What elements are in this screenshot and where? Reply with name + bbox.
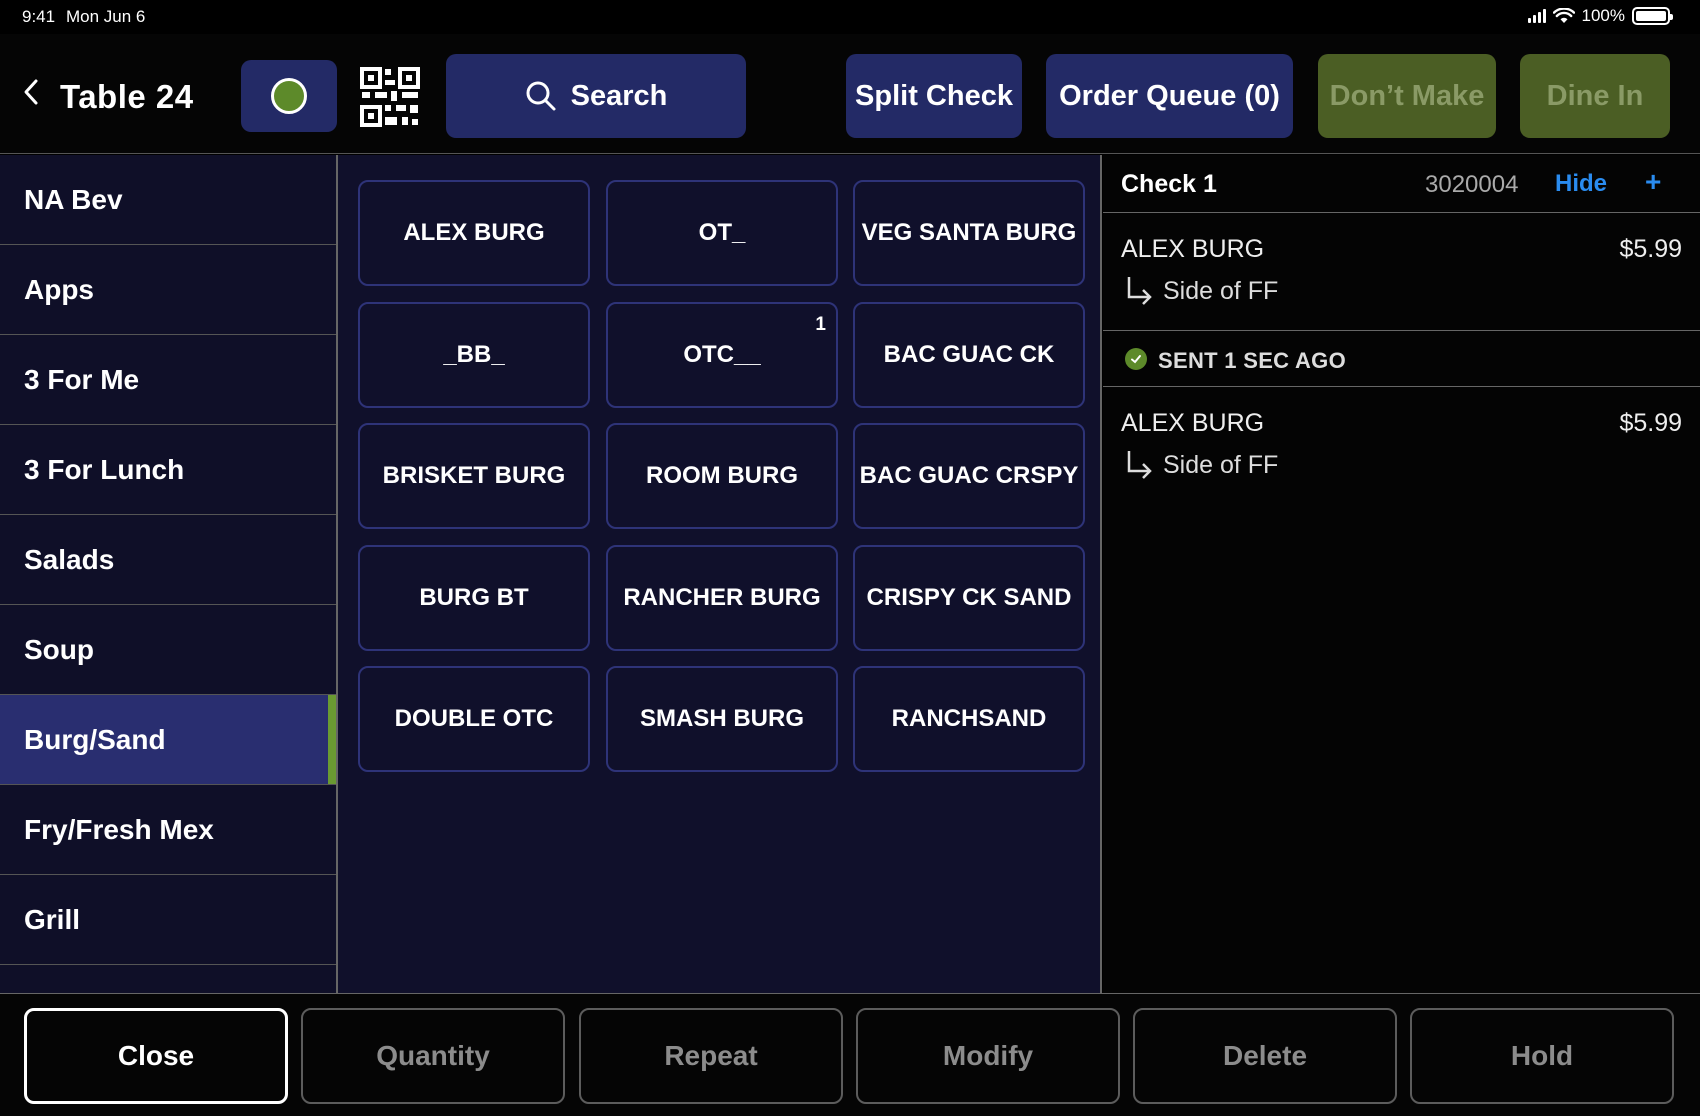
- status-toggle-button[interactable]: [241, 60, 337, 132]
- quantity-button[interactable]: Quantity: [301, 1008, 565, 1104]
- unsent-items: ALEX BURG $5.99 Side of FF: [1103, 213, 1700, 331]
- menu-item-label: BAC GUAC CRSPY: [859, 462, 1079, 489]
- menu-item-label: BRISKET BURG: [382, 462, 566, 489]
- menu-item-label: OTC__: [683, 341, 761, 368]
- menu-item-button[interactable]: RANCHER BURG: [606, 545, 838, 651]
- search-button[interactable]: Search: [446, 54, 746, 138]
- order-modifier-name: Side of FF: [1163, 277, 1279, 305]
- modifier-arrow-icon: [1127, 451, 1152, 479]
- search-icon: [526, 81, 556, 111]
- cellular-signal-icon: [1527, 9, 1546, 23]
- menu-item-label: OT_: [698, 219, 746, 246]
- category-item-burg-sand[interactable]: Burg/Sand: [0, 695, 336, 785]
- category-item-3-for-me[interactable]: 3 For Me: [0, 335, 336, 425]
- status-indicators: 100%: [1527, 6, 1673, 26]
- category-item-fry-fresh-mex[interactable]: Fry/Fresh Mex: [0, 785, 336, 875]
- chevron-left-icon: [24, 79, 38, 105]
- dine-in-button[interactable]: Dine In: [1520, 54, 1670, 138]
- modifier-arrow-icon: [1127, 277, 1152, 305]
- menu-item-button[interactable]: ALEX BURG: [358, 180, 590, 286]
- order-item-name: ALEX BURG: [1121, 409, 1265, 437]
- menu-item-label: SMASH BURG: [639, 705, 804, 732]
- menu-item-label: BURG BT: [419, 584, 529, 611]
- status-time: 9:41: [22, 7, 56, 26]
- menu-item-button[interactable]: OTC__ 1: [606, 302, 838, 408]
- order-item-price: $5.99: [1619, 235, 1682, 263]
- order-item-name: ALEX BURG: [1121, 235, 1265, 263]
- menu-item-label: RANCHSAND: [891, 705, 1047, 732]
- dont-make-button[interactable]: Don’t Make: [1318, 54, 1496, 138]
- menu-item-grid: ALEX BURG OT_ VEG SANTA BURG _BB_ OTC__ …: [338, 155, 1102, 993]
- hold-button[interactable]: Hold: [1410, 1008, 1674, 1104]
- order-modifier[interactable]: Side of FF: [1103, 443, 1700, 489]
- qr-code-button[interactable]: [360, 67, 420, 127]
- menu-item-label: _BB_: [443, 341, 505, 368]
- menu-item-label: BAC GUAC CK: [883, 341, 1055, 368]
- hide-check-link[interactable]: Hide: [1555, 170, 1607, 198]
- sent-status-row: SENT 1 SEC AGO: [1103, 331, 1700, 387]
- check-number: 3020004: [1425, 171, 1519, 198]
- category-sidebar: NA Bev Apps 3 For Me 3 For Lunch Salads …: [0, 155, 338, 993]
- wifi-icon: [1552, 8, 1575, 23]
- menu-item-button[interactable]: _BB_: [358, 302, 590, 408]
- menu-item-button[interactable]: CRISPY CK SAND: [853, 545, 1085, 651]
- delete-button[interactable]: Delete: [1133, 1008, 1397, 1104]
- menu-item-button[interactable]: SMASH BURG: [606, 666, 838, 772]
- add-check-button[interactable]: +: [1645, 166, 1661, 198]
- sent-items: ALEX BURG $5.99 Side of FF: [1103, 387, 1700, 489]
- order-item[interactable]: ALEX BURG $5.99: [1103, 399, 1700, 443]
- check-header: Check 1 3020004 Hide +: [1103, 155, 1700, 213]
- menu-item-button[interactable]: RANCHSAND: [853, 666, 1085, 772]
- qr-code-icon: [360, 67, 420, 127]
- category-item-salads[interactable]: Salads: [0, 515, 336, 605]
- menu-item-label: VEG SANTA BURG: [861, 219, 1077, 246]
- sent-status-label: SENT 1 SEC AGO: [1158, 348, 1346, 373]
- status-dot-icon: [271, 78, 307, 114]
- category-item-soup[interactable]: Soup: [0, 605, 336, 695]
- menu-item-button[interactable]: ROOM BURG: [606, 423, 838, 529]
- category-item-3-for-lunch[interactable]: 3 For Lunch: [0, 425, 336, 515]
- category-item-apps[interactable]: Apps: [0, 245, 336, 335]
- order-item-price: $5.99: [1619, 409, 1682, 437]
- repeat-button[interactable]: Repeat: [579, 1008, 843, 1104]
- top-bar: Table 24 Search Split Check Order Queue …: [0, 34, 1700, 154]
- item-count-badge: 1: [815, 314, 826, 335]
- back-button[interactable]: [16, 74, 46, 110]
- status-bar: 9:41 Mon Jun 6 100%: [0, 0, 1700, 34]
- status-date: Mon Jun 6: [66, 7, 146, 26]
- menu-item-button[interactable]: VEG SANTA BURG: [853, 180, 1085, 286]
- menu-item-label: RANCHER BURG: [623, 584, 821, 611]
- split-check-button[interactable]: Split Check: [846, 54, 1022, 138]
- menu-item-label: DOUBLE OTC: [394, 705, 554, 732]
- search-button-label: Search: [570, 79, 668, 112]
- close-button[interactable]: Close: [24, 1008, 288, 1104]
- category-item-na-bev[interactable]: NA Bev: [0, 155, 336, 245]
- order-queue-button[interactable]: Order Queue (0): [1046, 54, 1293, 138]
- menu-item-button[interactable]: BAC GUAC CK: [853, 302, 1085, 408]
- category-item-grill[interactable]: Grill: [0, 875, 336, 965]
- menu-item-button[interactable]: BRISKET BURG: [358, 423, 590, 529]
- order-modifier[interactable]: Side of FF: [1103, 269, 1700, 315]
- menu-item-label: ROOM BURG: [646, 462, 798, 489]
- check-title: Check 1: [1121, 170, 1217, 198]
- menu-item-button[interactable]: BAC GUAC CRSPY: [853, 423, 1085, 529]
- menu-item-button[interactable]: OT_: [606, 180, 838, 286]
- check-circle-icon: [1125, 348, 1147, 370]
- battery-percent: 100%: [1581, 6, 1625, 25]
- battery-icon: [1632, 7, 1673, 25]
- bottom-action-bar: Close Quantity Repeat Modify Delete Hold: [0, 993, 1700, 1116]
- check-panel: Check 1 3020004 Hide + ALEX BURG $5.99 S…: [1103, 155, 1700, 993]
- menu-item-button[interactable]: DOUBLE OTC: [358, 666, 590, 772]
- menu-item-button[interactable]: BURG BT: [358, 545, 590, 651]
- menu-item-label: CRISPY CK SAND: [866, 584, 1072, 611]
- page-title: Table 24: [60, 78, 194, 115]
- order-modifier-name: Side of FF: [1163, 451, 1279, 479]
- modify-button[interactable]: Modify: [856, 1008, 1120, 1104]
- menu-item-label: ALEX BURG: [403, 219, 545, 246]
- order-item[interactable]: ALEX BURG $5.99: [1103, 225, 1700, 269]
